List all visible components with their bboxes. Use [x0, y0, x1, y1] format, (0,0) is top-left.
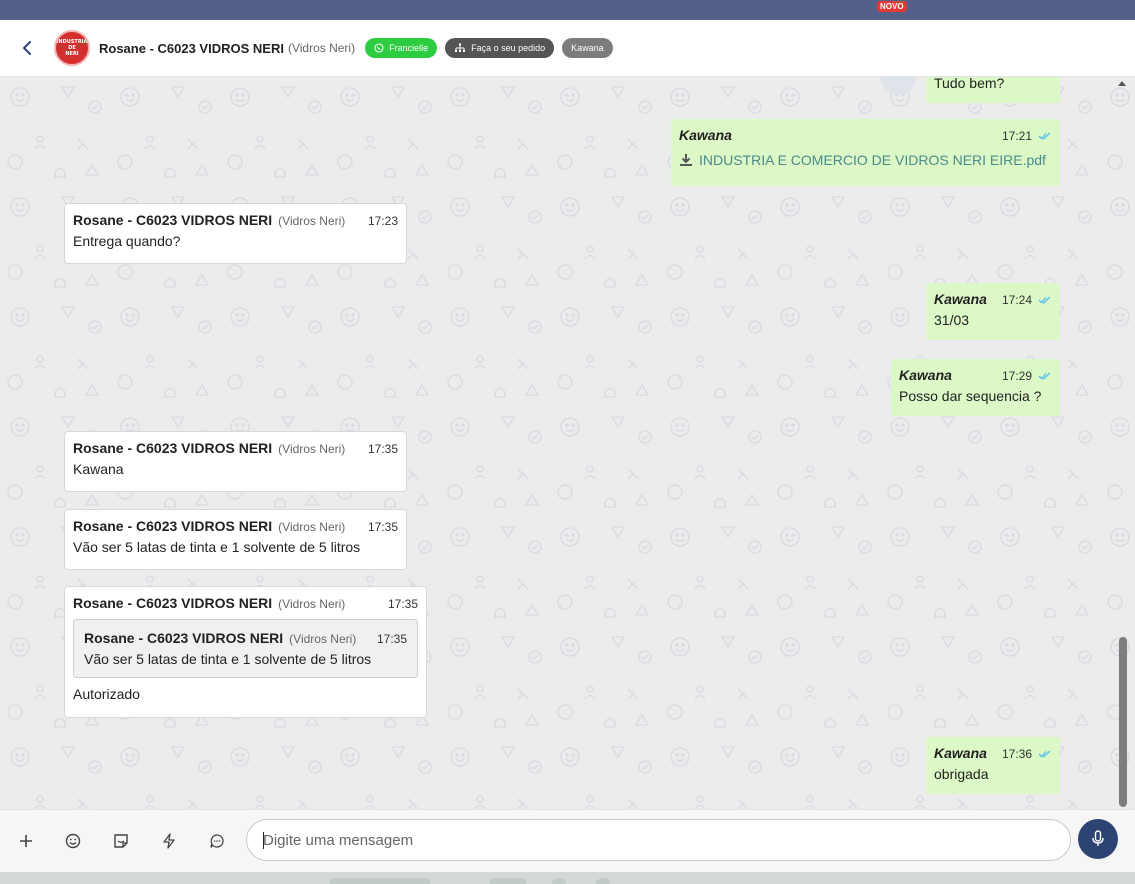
emoji-icon[interactable] — [64, 832, 82, 850]
contact-company: (Vidros Neri) — [287, 41, 356, 55]
message-sender: Kawana — [899, 367, 952, 383]
message-text: Autorizado — [73, 686, 140, 702]
message-time: 17:35 — [367, 520, 398, 534]
message-time: 17:35 — [387, 597, 418, 611]
contact-name[interactable]: Rosane - C6023 VIDROS NERI — [99, 41, 284, 56]
text-caret — [263, 832, 264, 849]
scroll-up-arrow-icon[interactable] — [1118, 81, 1126, 86]
message-incoming[interactable]: Rosane - C6023 VIDROS NERI (Vidros Neri)… — [64, 203, 407, 264]
message-sender: Rosane - C6023 VIDROS NERI — [73, 518, 273, 534]
message-time: 17:21 — [1001, 129, 1032, 143]
quoted-text: Vão ser 5 latas de tinta e 1 solvente de… — [84, 651, 372, 667]
message-outgoing[interactable]: Kawana 17:21 INDUSTRIA E COMERCIO DE VID… — [671, 119, 1060, 186]
message-outgoing[interactable]: Kawana 17:29 Posso dar sequencia ? — [891, 359, 1060, 416]
top-band: NOVO — [0, 0, 1135, 20]
file-attachment-link[interactable]: INDUSTRIA E COMERCIO DE VIDROS NERI EIRE… — [679, 152, 1052, 168]
message-text: Kawana — [73, 461, 124, 477]
tag-faca-o-seu-pedido[interactable]: Faça o seu pedido — [445, 38, 555, 58]
microphone-button[interactable] — [1078, 819, 1118, 859]
message-input[interactable] — [246, 819, 1071, 861]
sticker-icon[interactable] — [112, 832, 130, 850]
message-outgoing[interactable]: Kawana 17:24 31/03 — [926, 283, 1060, 340]
microphone-icon — [1092, 830, 1104, 846]
message-text: Tudo bem? — [934, 77, 1005, 91]
avatar-text-3: NERI — [65, 51, 79, 57]
scrollbar-thumb[interactable] — [1119, 637, 1127, 807]
tag-francielle[interactable]: Francielle — [365, 38, 438, 58]
double-check-icon — [1038, 745, 1052, 761]
message-sender: Rosane - C6023 VIDROS NERI — [73, 212, 273, 228]
taskbar-item[interactable] — [490, 878, 526, 884]
double-check-icon — [1038, 291, 1052, 307]
quoted-time: 17:35 — [376, 632, 407, 646]
avatar[interactable]: INDUSTRIA DE NERI — [54, 30, 90, 66]
sitemap-icon — [455, 43, 466, 52]
whatsapp-icon — [374, 43, 384, 53]
chat-header: INDUSTRIA DE NERI Rosane - C6023 VIDROS … — [0, 20, 1135, 77]
download-icon — [680, 154, 692, 166]
taskbar-item[interactable] — [596, 878, 610, 884]
message-company: (Vidros Neri) — [278, 214, 346, 228]
scrollbar[interactable] — [1117, 77, 1135, 809]
message-sender: Kawana — [679, 127, 732, 143]
message-text: 31/03 — [934, 312, 970, 328]
chevron-left-icon — [23, 41, 31, 55]
message-time: 17:24 — [1001, 293, 1032, 307]
message-text: obrigada — [934, 766, 989, 782]
quoted-sender: Rosane - C6023 VIDROS NERI — [84, 630, 284, 646]
plus-icon[interactable] — [17, 832, 35, 850]
message-time: 17:29 — [1001, 369, 1032, 383]
double-check-icon — [1038, 127, 1052, 143]
message-company: (Vidros Neri) — [278, 597, 346, 611]
message-company: (Vidros Neri) — [278, 520, 346, 534]
message-time: 17:23 — [367, 214, 398, 228]
file-name: INDUSTRIA E COMERCIO DE VIDROS NERI EIRE… — [699, 152, 1046, 168]
novo-badge[interactable]: NOVO — [877, 1, 907, 12]
message-text: Posso dar sequencia ? — [899, 388, 1042, 404]
chat-bubble-icon[interactable] — [208, 832, 226, 850]
message-time: 17:36 — [1001, 747, 1032, 761]
message-outgoing[interactable]: Tudo bem? — [926, 77, 1060, 103]
message-sender: Kawana — [934, 291, 987, 307]
taskbar-item[interactable] — [330, 878, 430, 884]
back-button[interactable] — [20, 40, 34, 56]
message-incoming[interactable]: Rosane - C6023 VIDROS NERI (Vidros Neri)… — [64, 431, 407, 492]
message-sender: Rosane - C6023 VIDROS NERI — [73, 440, 273, 456]
lightning-icon[interactable] — [160, 832, 178, 850]
message-text: Entrega quando? — [73, 233, 181, 249]
message-outgoing[interactable]: Kawana 17:36 obrigada — [926, 737, 1060, 794]
message-sender: Kawana — [934, 745, 987, 761]
taskbar-strip — [0, 872, 1135, 884]
tag-label: Kawana — [571, 43, 604, 53]
message-company: (Vidros Neri) — [278, 442, 346, 456]
taskbar-item[interactable] — [552, 878, 566, 884]
message-text: Vão ser 5 latas de tinta e 1 solvente de… — [73, 539, 361, 555]
double-check-icon — [1038, 367, 1052, 383]
tag-label: Francielle — [389, 43, 429, 53]
message-incoming-reply[interactable]: Rosane - C6023 VIDROS NERI (Vidros Neri)… — [64, 586, 427, 718]
tag-kawana[interactable]: Kawana — [562, 38, 613, 58]
message-sender: Rosane - C6023 VIDROS NERI — [73, 595, 273, 611]
quoted-message[interactable]: Rosane - C6023 VIDROS NERI (Vidros Neri)… — [73, 619, 418, 678]
chat-area[interactable]: Tudo bem? Kawana 17:21 INDUSTRIA E COMER… — [0, 77, 1135, 809]
tag-label: Faça o seu pedido — [471, 43, 546, 53]
message-composer — [0, 809, 1135, 872]
message-time: 17:35 — [367, 442, 398, 456]
message-incoming[interactable]: Rosane - C6023 VIDROS NERI (Vidros Neri)… — [64, 509, 407, 570]
quoted-company: (Vidros Neri) — [289, 632, 357, 646]
